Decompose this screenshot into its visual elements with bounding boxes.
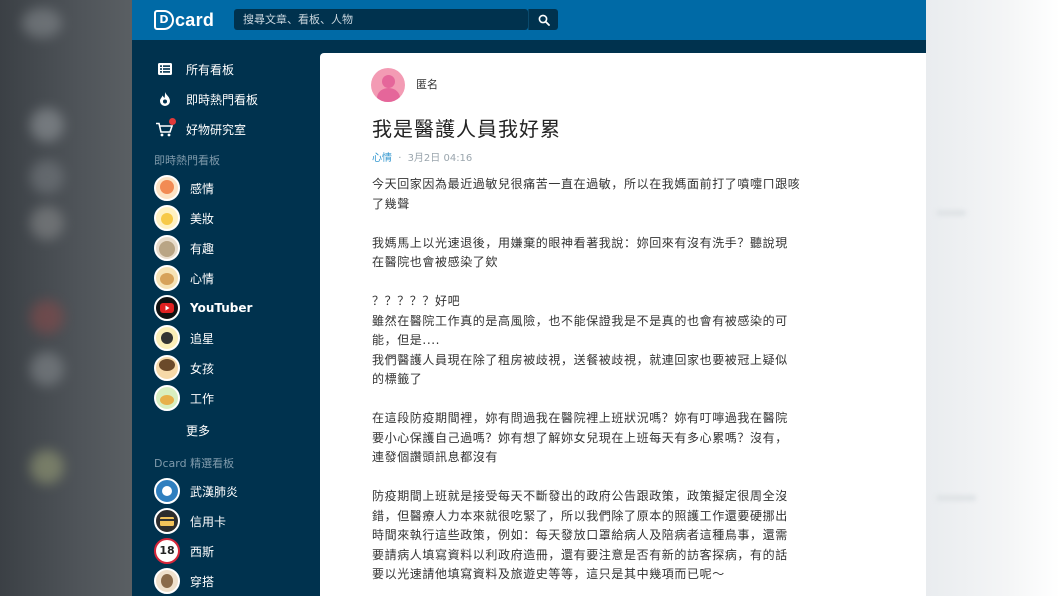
post-card: 匿名 我是醫護人員我好累 心情 · 3月2日 04:16 今天回家因為最近過敏兒… — [320, 53, 926, 596]
sidebar-item-label: 西斯 — [190, 544, 215, 559]
content-line: 了幾聲 — [372, 196, 410, 211]
sidebar-item-label: 女孩 — [190, 361, 215, 376]
sidebar-item-label: 信用卡 — [190, 514, 227, 529]
blurred-backdrop-right — [926, 0, 1060, 596]
board-makeup-icon — [154, 205, 180, 231]
sidebar-item-board-virus[interactable]: 武漢肺炎 — [154, 478, 239, 504]
sidebar-item-board-makeup[interactable]: 美妝 — [154, 205, 215, 231]
sidebar-item-board-credit-card[interactable]: 信用卡 — [154, 508, 227, 534]
content-line: 能，但是.... — [372, 333, 441, 347]
sidebar-item-label: 追星 — [190, 331, 215, 346]
more-label: 更多 — [186, 423, 211, 438]
search-button[interactable] — [528, 9, 558, 30]
content-line: 要以光速請他填寫資料及旅遊史等等，這只是其中幾項而已呢～ — [372, 567, 725, 581]
content-line: 我們醫護人員現在除了租房被歧視，送餐被歧視，就連回家也要被冠上疑似 — [372, 352, 788, 367]
post-paragraph: 在這段防疫期間裡，妳有問過我在醫院裡上班狀況嗎？妳有叮嚀過我在醫院 要小心保護自… — [372, 409, 882, 468]
post-title: 我是醫護人員我好累 — [372, 117, 561, 141]
board-virus-icon — [154, 478, 180, 504]
board-girl-icon — [154, 355, 180, 381]
list-icon — [154, 58, 176, 80]
sidebar-item-label: 所有看板 — [186, 62, 235, 77]
sidebar-item-board-mood[interactable]: 心情 — [154, 265, 215, 291]
post-content: 今天回家因為最近過敏兒很痛苦一直在過敏，所以在我媽面前打了噴嚏ㄇ跟咳 了幾聲 我… — [372, 175, 882, 596]
sidebar-item-board-work[interactable]: 工作 — [154, 385, 215, 411]
sidebar-item-label: YouTuber — [190, 301, 253, 315]
dcard-logo-mark: D — [154, 10, 174, 30]
blurred-backdrop-left — [0, 0, 132, 596]
dcard-logo-text: card — [175, 9, 215, 30]
post-paragraph: ？？？？？好吧 雖然在醫院工作真的是高風險，也不能保證我是不是真的也會有被感染的… — [372, 292, 882, 390]
content-line: 要小心保護自己過嗎？妳有想了解妳女兒現在上班每天有多心累嗎？沒有， — [372, 430, 788, 445]
content-line: 雖然在醫院工作真的是高風險，也不能保證我是不是真的也會有被感染的可 — [372, 313, 788, 328]
sidebar-item-hot-boards[interactable]: 即時熱門看板 — [154, 87, 258, 111]
content-line: 在這段防疫期間裡，妳有問過我在醫院裡上班狀況嗎？妳有叮嚀過我在醫院 — [372, 411, 788, 425]
dcard-window: D card 搜尋文章、看板、人物 所有看板 即時熱門看板 好物研究室 即時熱門… — [132, 0, 926, 596]
search-icon — [538, 14, 550, 26]
sidebar-item-label: 武漢肺炎 — [190, 484, 239, 499]
cart-icon — [154, 118, 176, 140]
sidebar-item-all-boards[interactable]: 所有看板 — [154, 57, 234, 81]
author-avatar[interactable] — [371, 68, 405, 102]
content-line: 我媽馬上以光速退後，用嫌棄的眼神看著我說：妳回來有沒有洗手？聽說現 — [372, 235, 788, 250]
sidebar-item-board-funny[interactable]: 有趣 — [154, 235, 215, 261]
sidebar-item-label: 有趣 — [190, 241, 215, 256]
credit-card-icon — [154, 508, 180, 534]
top-navigation-bar: D card 搜尋文章、看板、人物 — [132, 0, 926, 40]
section-title-featured-boards: Dcard 精選看板 — [154, 457, 235, 470]
content-line: 防疫期間上班就是接受每天不斷發出的政府公告跟政策，政策擬定很周全沒 — [372, 489, 788, 503]
sidebar-item-board-outfit[interactable]: 穿搭 — [154, 568, 215, 594]
content-line: ？？？？？好吧 — [372, 294, 461, 308]
avatar-body — [377, 88, 400, 102]
board-18-text: 18 — [159, 544, 175, 557]
sidebar-item-goods-lab[interactable]: 好物研究室 — [154, 117, 246, 141]
sidebar-item-board-girl[interactable]: 女孩 — [154, 355, 215, 381]
post-paragraph: 防疫期間上班就是接受每天不斷發出的政府公告跟政策，政策擬定很周全沒 錯，但醫療人… — [372, 487, 882, 585]
board-work-icon — [154, 385, 180, 411]
board-18-icon: 18 — [154, 538, 180, 564]
board-outfit-icon — [154, 568, 180, 594]
post-date: 3月2日 04:16 — [407, 153, 473, 164]
sidebar-item-board-love[interactable]: 感情 — [154, 175, 215, 201]
avatar-head — [382, 75, 395, 88]
youtube-icon — [154, 295, 180, 321]
sidebar-more-link[interactable]: 更多 — [154, 418, 210, 442]
board-mood-icon — [154, 265, 180, 291]
sidebar-item-board-18[interactable]: 18 西斯 — [154, 538, 215, 564]
board-funny-icon — [154, 235, 180, 261]
meta-separator: · — [398, 153, 402, 164]
content-line: 的標籤了 — [372, 372, 423, 386]
search-input[interactable]: 搜尋文章、看板、人物 — [234, 9, 528, 30]
sidebar-item-label: 工作 — [190, 391, 215, 406]
sidebar-item-label: 好物研究室 — [186, 122, 247, 137]
board-star-icon — [154, 325, 180, 351]
sidebar-item-board-star[interactable]: 追星 — [154, 325, 215, 351]
more-spacer — [154, 419, 176, 441]
post-paragraph: 我媽馬上以光速退後，用嫌棄的眼神看著我說：妳回來有沒有洗手？聽說現 在醫院也會被… — [372, 234, 882, 273]
post-meta: 心情 · 3月2日 04:16 — [372, 149, 472, 164]
content-line: 時間來執行這些政策，例如：每天發放口罩給病人及陪病者這種鳥事，還需 — [372, 528, 788, 542]
content-line: 連發個讚頭訊息都沒有 — [372, 450, 499, 464]
dcard-logo[interactable]: D card — [154, 9, 214, 31]
section-title-hot-boards: 即時熱門看板 — [154, 154, 220, 167]
sidebar-item-label: 美妝 — [190, 211, 215, 226]
content-line: 要請病人填寫資料以利政府造冊，還有要注意是否有新的訪客探病，有的話 — [372, 547, 788, 562]
sidebar-item-label: 感情 — [190, 181, 215, 196]
forum-link[interactable]: 心情 — [372, 153, 392, 164]
post-paragraph: 今天回家因為最近過敏兒很痛苦一直在過敏，所以在我媽面前打了噴嚏ㄇ跟咳 了幾聲 — [372, 175, 882, 214]
sidebar-item-label: 即時熱門看板 — [186, 92, 259, 107]
author-name: 匿名 — [416, 78, 438, 91]
board-love-icon — [154, 175, 180, 201]
sidebar: 所有看板 即時熱門看板 好物研究室 即時熱門看板 感情 美妝 有趣 心情 You… — [132, 40, 320, 596]
sidebar-item-label: 穿搭 — [190, 574, 215, 589]
sidebar-item-board-youtuber[interactable]: YouTuber — [154, 295, 253, 321]
sidebar-item-label: 心情 — [190, 271, 215, 286]
content-line: 在醫院也會被感染了欸 — [372, 255, 499, 269]
content-line: 錯，但醫療人力本來就很吃緊了，所以我們除了原本的照護工作還要硬挪出 — [372, 508, 788, 523]
fire-icon — [154, 88, 176, 110]
notification-dot — [169, 118, 176, 125]
content-line: 今天回家因為最近過敏兒很痛苦一直在過敏，所以在我媽面前打了噴嚏ㄇ跟咳 — [372, 177, 801, 191]
